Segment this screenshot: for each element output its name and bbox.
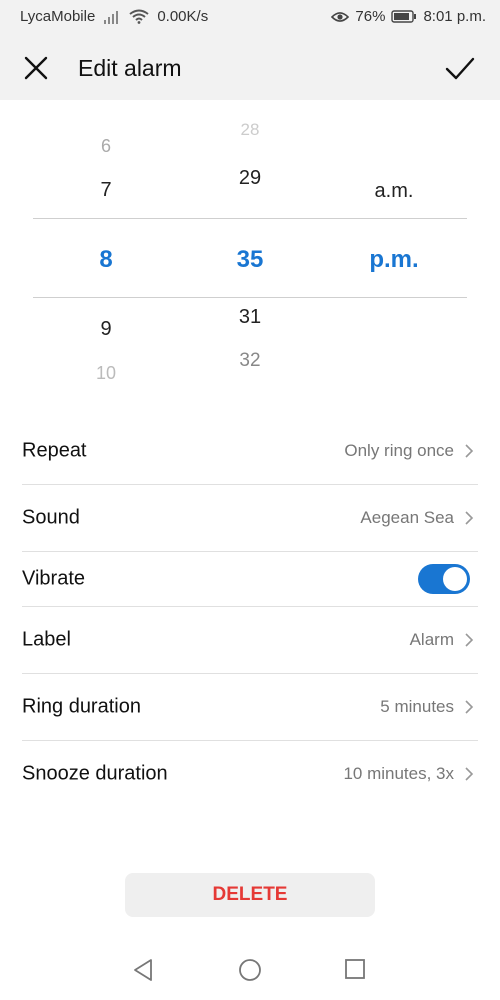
label-value: Alarm [409, 630, 454, 649]
app-bar: Edit alarm [0, 34, 500, 100]
time-picker: 6 7 8 9 10 28 29 35 31 32 a.m. p.m. [0, 100, 500, 400]
recents-nav-icon[interactable] [344, 958, 366, 980]
chevron-right-icon [465, 511, 474, 525]
minute-option[interactable]: 29 [210, 167, 290, 190]
hour-selected[interactable]: 8 [66, 246, 146, 274]
chevron-right-icon [465, 767, 474, 781]
sound-value: Aegean Sea [360, 508, 454, 527]
minute-option[interactable]: 31 [210, 306, 290, 329]
clock: 8:01 p.m. [423, 8, 486, 25]
chevron-right-icon [465, 444, 474, 458]
repeat-value: Only ring once [344, 441, 454, 460]
repeat-row[interactable]: Repeat Only ring once [0, 418, 500, 484]
sound-label: Sound [22, 506, 80, 529]
carrier-name: LycaMobile [20, 8, 96, 25]
page-title: Edit alarm [78, 55, 182, 81]
status-bar: LycaMobile 0.00K/s 76% 8:01 p.m. [0, 0, 500, 34]
vibrate-toggle[interactable] [418, 564, 470, 594]
eye-icon [331, 11, 350, 22]
hour-option[interactable]: 9 [66, 318, 146, 341]
navigation-bar [0, 940, 500, 1000]
snooze-duration-value: 10 minutes, 3x [343, 764, 454, 783]
period-selected[interactable]: p.m. [354, 246, 434, 274]
vibrate-row: Vibrate [0, 552, 500, 606]
chevron-right-icon [465, 633, 474, 647]
wifi-icon [129, 9, 149, 24]
label-label: Label [22, 628, 71, 651]
period-option[interactable]: a.m. [354, 180, 434, 203]
check-icon[interactable] [444, 52, 476, 84]
hour-option[interactable]: 6 [66, 136, 146, 157]
hour-option[interactable]: 7 [66, 179, 146, 202]
ring-duration-label: Ring duration [22, 695, 141, 718]
close-icon[interactable] [22, 54, 50, 82]
vibrate-label: Vibrate [22, 567, 86, 590]
snooze-duration-label: Snooze duration [22, 762, 168, 785]
selection-line-bottom [33, 297, 467, 298]
minute-option[interactable]: 28 [210, 120, 290, 140]
repeat-label: Repeat [22, 439, 87, 462]
minute-option[interactable]: 32 [210, 350, 290, 372]
minute-selected[interactable]: 35 [210, 246, 290, 274]
network-speed: 0.00K/s [157, 8, 209, 25]
back-nav-icon[interactable] [132, 958, 154, 982]
snooze-duration-row[interactable]: Snooze duration 10 minutes, 3x [0, 741, 500, 807]
chevron-right-icon [465, 700, 474, 714]
sound-row[interactable]: Sound Aegean Sea [0, 485, 500, 551]
toggle-knob [443, 567, 467, 591]
hour-option[interactable]: 10 [66, 363, 146, 384]
label-row[interactable]: Label Alarm [0, 607, 500, 673]
signal-icon [104, 10, 119, 24]
ring-duration-row[interactable]: Ring duration 5 minutes [0, 674, 500, 740]
battery-icon [391, 10, 417, 23]
ring-duration-value: 5 minutes [380, 697, 454, 716]
home-nav-icon[interactable] [238, 958, 262, 982]
selection-line-top [33, 218, 467, 219]
delete-button[interactable]: DELETE [125, 873, 375, 917]
battery-percent: 76% [355, 8, 386, 25]
